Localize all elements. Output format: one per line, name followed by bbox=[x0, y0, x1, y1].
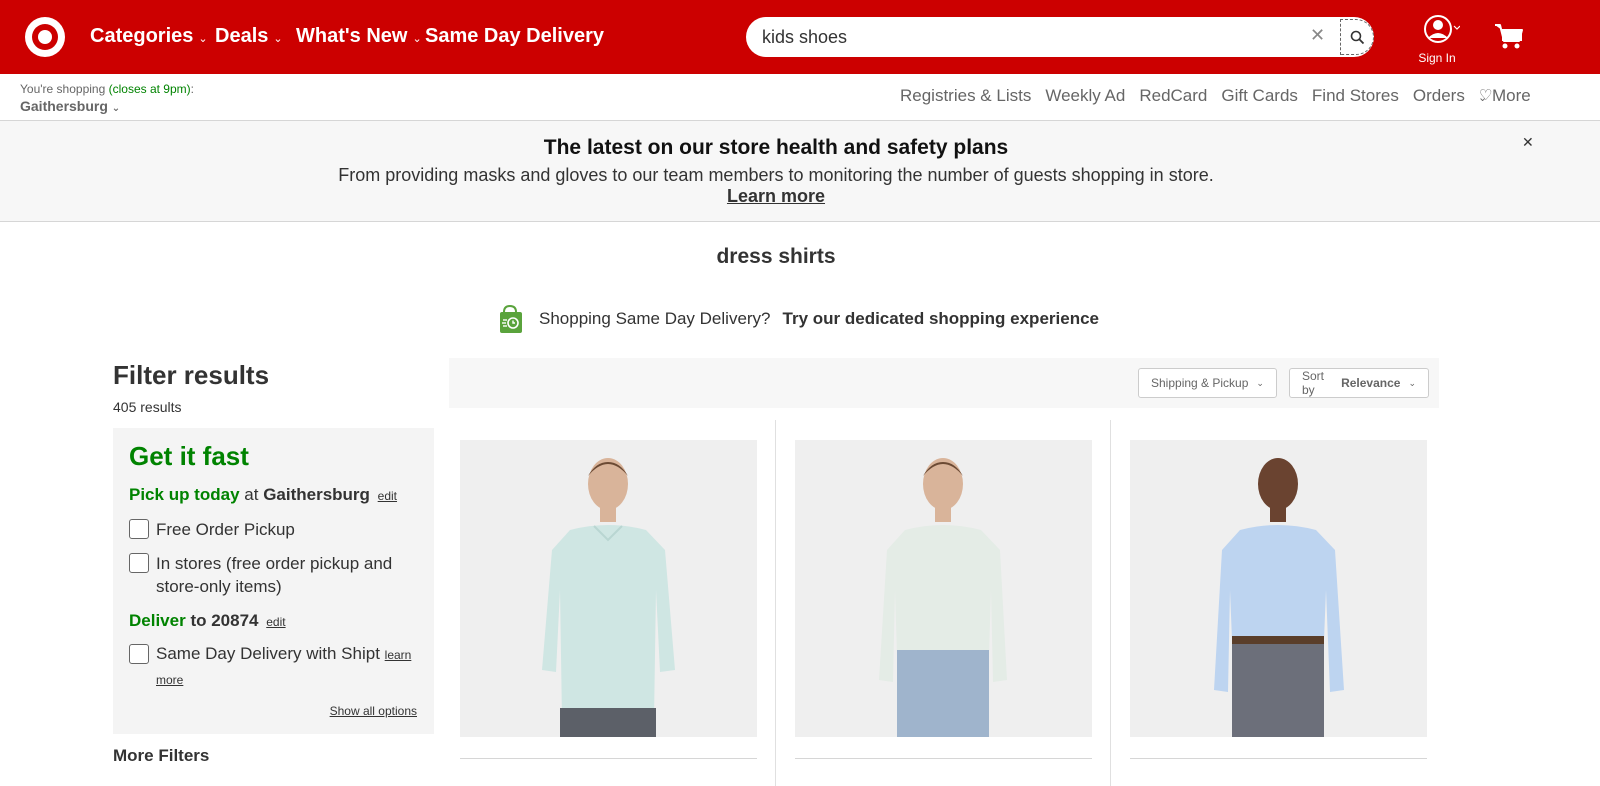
product-image[interactable] bbox=[1130, 440, 1427, 737]
more-filters-heading[interactable]: More Filters bbox=[113, 746, 209, 766]
nav-same-day-delivery[interactable]: Same Day Delivery bbox=[425, 25, 604, 48]
same-day-cta-link[interactable]: Try our dedicated shopping experience bbox=[783, 309, 1099, 329]
nav-whats-new[interactable]: What's New ⌄ bbox=[296, 25, 422, 48]
shipping-pickup-label: Shipping & Pickup bbox=[1151, 376, 1249, 390]
product-divider bbox=[1130, 758, 1427, 759]
nav-categories[interactable]: Categories ⌄ bbox=[90, 25, 208, 48]
results-toolbar: Shipping & Pickup ⌄ Sort by Relevance ⌄ bbox=[449, 358, 1439, 408]
search-icon bbox=[1350, 30, 1364, 44]
nav-same-day-delivery-label: Same Day Delivery bbox=[425, 25, 605, 47]
pickup-line: Pick up today at Gaithersburg edit bbox=[129, 485, 397, 505]
shipt-label: Same Day Delivery with Shipt bbox=[156, 644, 380, 663]
banner-description: From providing masks and gloves to our t… bbox=[338, 165, 1214, 185]
in-stores-label: In stores (free order pickup and store-o… bbox=[156, 554, 393, 596]
link-registries[interactable]: Registries & Lists bbox=[900, 86, 1031, 106]
sign-in-button[interactable]: Sign In bbox=[1412, 14, 1462, 65]
shopping-info: You're shopping (closes at 9pm): bbox=[20, 82, 194, 96]
product-image[interactable] bbox=[460, 440, 757, 737]
deliver-to: to bbox=[190, 611, 207, 630]
in-stores-checkbox[interactable] bbox=[129, 553, 149, 573]
pickup-store: Gaithersburg bbox=[263, 485, 370, 504]
link-gift-cards[interactable]: Gift Cards bbox=[1221, 86, 1298, 106]
chevron-down-icon: ⌄ bbox=[273, 33, 283, 45]
nav-deals[interactable]: Deals ⌄ bbox=[215, 25, 283, 48]
chevron-down-icon: ⌄ bbox=[198, 33, 208, 45]
column-divider bbox=[775, 420, 776, 786]
edit-zip-link[interactable]: edit bbox=[266, 615, 285, 629]
shopping-bag-icon bbox=[500, 304, 522, 333]
free-order-pickup-checkbox[interactable] bbox=[129, 519, 149, 539]
get-it-fast-heading: Get it fast bbox=[129, 441, 249, 471]
sign-in-label: Sign In bbox=[1418, 51, 1456, 65]
search-input[interactable] bbox=[762, 25, 1282, 49]
shipt-option: Same Day Delivery with Shipt learn more bbox=[156, 642, 416, 692]
edit-store-link[interactable]: edit bbox=[378, 489, 397, 503]
shopping-prefix: You're shopping bbox=[20, 82, 106, 96]
more-menu[interactable]: ⌄ More bbox=[1478, 86, 1531, 106]
search-bar: ✕ bbox=[746, 17, 1374, 57]
shipping-pickup-dropdown[interactable]: Shipping & Pickup ⌄ bbox=[1138, 368, 1277, 398]
more-label: More bbox=[1491, 86, 1531, 105]
store-selector: You're shopping (closes at 9pm): Gaither… bbox=[20, 82, 194, 114]
account-icon bbox=[1424, 15, 1461, 43]
clear-search-icon[interactable]: ✕ bbox=[1310, 25, 1325, 46]
page-title: dress shirts bbox=[716, 245, 836, 268]
deliver-zip: 20874 bbox=[211, 611, 259, 630]
target-logo-icon[interactable] bbox=[24, 16, 66, 58]
sort-dropdown[interactable]: Sort by Relevance ⌄ bbox=[1289, 368, 1429, 398]
shopping-colon: : bbox=[190, 82, 194, 96]
link-orders[interactable]: Orders bbox=[1413, 86, 1465, 106]
nav-categories-label: Categories bbox=[90, 25, 194, 47]
banner-learn-more-wrap: Learn more bbox=[0, 186, 1552, 207]
store-name-button[interactable]: Gaithersburg ⌄ bbox=[20, 98, 194, 114]
product-photo-shirt bbox=[795, 440, 1092, 737]
sort-prefix: Sort by bbox=[1302, 369, 1325, 397]
store-closing-time: (closes at 9pm) bbox=[108, 82, 191, 96]
product-photo-shirt bbox=[460, 440, 757, 737]
top-header: Categories ⌄ Deals ⌄ What's New ⌄ Same Day … bbox=[0, 0, 1600, 74]
results-count: 405 results bbox=[113, 399, 182, 415]
product-divider bbox=[795, 758, 1092, 759]
product-divider bbox=[460, 758, 757, 759]
link-weekly-ad[interactable]: Weekly Ad bbox=[1045, 86, 1125, 106]
same-day-delivery-promo: Shopping Same Day Delivery? Try our dedi… bbox=[497, 304, 1099, 334]
nav-whats-new-label: What's New bbox=[296, 25, 408, 47]
chevron-down-icon: ⌄ bbox=[1256, 377, 1264, 388]
pickup-at: at bbox=[244, 485, 259, 504]
deliver-prefix: Deliver bbox=[129, 611, 186, 630]
utility-links: Registries & Lists Weekly Ad RedCard Gif… bbox=[900, 86, 1492, 106]
product-photo-shirt bbox=[1130, 440, 1427, 737]
link-redcard[interactable]: RedCard bbox=[1139, 86, 1207, 106]
health-safety-banner: The latest on our store health and safet… bbox=[0, 121, 1600, 222]
close-icon[interactable]: ✕ bbox=[1522, 134, 1534, 151]
deliver-line: Deliver to 20874 edit bbox=[129, 611, 286, 631]
filter-results-heading: Filter results bbox=[113, 360, 270, 390]
banner-learn-more-link[interactable]: Learn more bbox=[727, 186, 825, 206]
chevron-down-icon: ⌄ bbox=[412, 33, 422, 45]
pickup-prefix: Pick up today bbox=[129, 485, 240, 504]
banner-title: The latest on our store health and safet… bbox=[543, 136, 1009, 159]
same-day-question: Shopping Same Day Delivery? bbox=[539, 309, 771, 328]
shipt-checkbox[interactable] bbox=[129, 644, 149, 664]
chevron-down-icon: ⌄ bbox=[1408, 377, 1416, 388]
chevron-down-icon: ⌄ bbox=[111, 103, 121, 114]
sub-header: You're shopping (closes at 9pm): Gaither… bbox=[0, 74, 1600, 121]
sort-value: Relevance bbox=[1341, 376, 1401, 390]
cart-icon[interactable] bbox=[1494, 22, 1524, 55]
search-button[interactable] bbox=[1340, 19, 1374, 55]
nav-deals-label: Deals bbox=[215, 25, 269, 47]
free-order-pickup-label: Free Order Pickup bbox=[156, 520, 295, 539]
show-all-options-link[interactable]: Show all options bbox=[330, 704, 417, 718]
get-it-fast-panel: Get it fast Pick up today at Gaithersbur… bbox=[113, 428, 434, 734]
column-divider bbox=[1110, 420, 1111, 786]
product-image[interactable] bbox=[795, 440, 1092, 737]
store-name: Gaithersburg bbox=[20, 98, 108, 114]
chevron-down-icon: ⌄ bbox=[1478, 92, 1488, 104]
link-find-stores[interactable]: Find Stores bbox=[1312, 86, 1399, 106]
